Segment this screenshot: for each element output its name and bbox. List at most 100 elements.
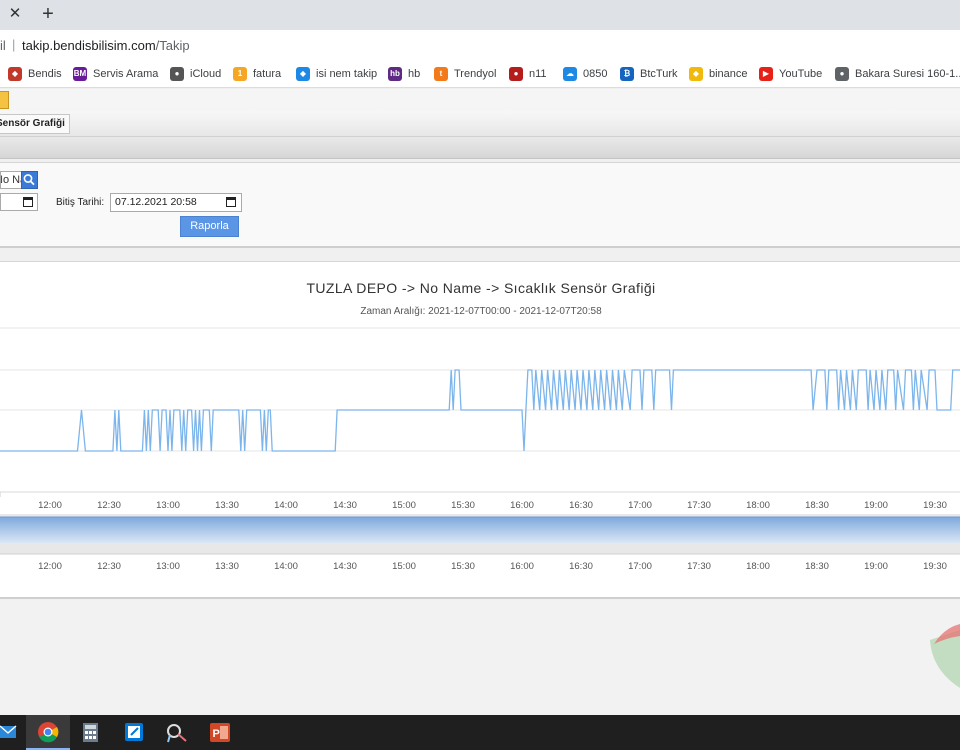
address-path: /Takip [155, 38, 190, 53]
x-tick-label: 13:00 [156, 500, 180, 511]
chrome-icon [38, 722, 59, 743]
bookmark-label: isi nem takip [316, 68, 378, 80]
close-tab-icon[interactable]: ✕ [6, 5, 24, 23]
bookmark-label: n11 [529, 68, 547, 80]
taskbar-notes[interactable] [113, 715, 157, 750]
x-tick-label: 19:30 [923, 500, 947, 511]
navigator-series-area [0, 517, 960, 543]
bookmark-n11[interactable]: ● n11 [509, 66, 547, 82]
globe-icon: ● [835, 67, 849, 81]
taskbar: P [0, 715, 960, 750]
end-date-label: Bitiş Tarihi: [56, 197, 105, 208]
navigator-tick-label: 14:00 [274, 561, 298, 572]
x-tick-label: 13:30 [215, 500, 239, 511]
bookmark-label: Bendis [28, 68, 62, 80]
navigator-tick-label: 17:30 [687, 561, 711, 572]
navigator-tick-label: 13:30 [215, 561, 239, 572]
snipping-tool-icon [167, 724, 187, 743]
x-tick-label: 19:00 [864, 500, 888, 511]
btcturk-icon: ₿ [620, 67, 634, 81]
end-date-value: 07.12.2021 20:58 [115, 196, 197, 208]
navigator-tick-label: 18:30 [805, 561, 829, 572]
note-edit-icon [125, 723, 143, 741]
bookmark-hb[interactable]: hb hb [388, 66, 420, 82]
navigator-tick-label: 19:30 [923, 561, 947, 572]
bookmark-label: hb [408, 68, 421, 80]
navigator-tick-label: 16:30 [569, 561, 593, 572]
bookmark-label: iCloud [190, 68, 222, 80]
search-icon [23, 174, 35, 186]
navigator-tick-label: 18:00 [746, 561, 770, 572]
bookmark-trendyol[interactable]: t Trendyol [434, 66, 496, 82]
search-button[interactable] [21, 171, 38, 189]
navigator-tick-label: 14:30 [333, 561, 357, 572]
navigator-tick-label: 16:00 [510, 561, 534, 572]
bookmark-servis-arama[interactable]: BM Servis Arama [73, 66, 158, 82]
end-date-input[interactable]: 07.12.2021 20:58 [110, 193, 242, 212]
bug-icon: ● [509, 67, 523, 81]
report-button[interactable]: Raporla [180, 216, 239, 237]
sensor-chart[interactable]: 12:00 12:30 13:00 13:30 14:00 14:30 15:00 15:30… [0, 261, 960, 599]
bookmark-label: fatura [253, 68, 282, 80]
svg-text:P: P [213, 728, 220, 740]
coin-icon: 1 [233, 67, 247, 81]
bookmark-isi-nem-takip[interactable]: ◆ isi nem takip [296, 66, 377, 82]
bookmark-bendis[interactable]: ◆ Bendis [8, 66, 62, 82]
address-url[interactable]: takip.bendisbilisim.com/Takip [22, 38, 190, 53]
powerpoint-icon: P [210, 723, 230, 742]
navigator-tick-label: 19:00 [864, 561, 888, 572]
address-separator: | [12, 37, 16, 52]
device-input[interactable]: No Name [0, 171, 22, 189]
calendar-icon[interactable] [23, 197, 33, 207]
bookmark-label: YouTube [779, 68, 823, 80]
bookmark-youtube[interactable]: ▶ YouTube [759, 66, 822, 82]
x-tick-label: 17:00 [628, 500, 652, 511]
address-prefix: il [0, 38, 6, 53]
bookmark-btcturk[interactable]: ₿ BtcTurk [620, 66, 678, 82]
bookmark-label: Trendyol [454, 68, 497, 80]
bookmark-bakara-suresi-160-1[interactable]: ● Bakara Suresi 160-1... [835, 66, 960, 82]
bookmark-binance[interactable]: ◆ binance [689, 66, 748, 82]
bm-icon: BM [73, 67, 87, 81]
x-tick-label: 16:00 [510, 500, 534, 511]
bookmark-label: BtcTurk [640, 68, 678, 80]
bookmark-fatura[interactable]: 1 fatura [233, 66, 281, 82]
apple-icon: ● [170, 67, 184, 81]
taskbar-snipping[interactable] [156, 715, 200, 750]
x-tick-label: 12:00 [38, 500, 62, 511]
bookmark-label: Servis Arama [93, 68, 159, 80]
navigator-tick-label: 15:00 [392, 561, 416, 572]
address-host: takip.bendisbilisim.com [22, 38, 156, 53]
bookmark-label: Bakara Suresi 160-1... [855, 68, 960, 80]
x-tick-label: 16:30 [569, 500, 593, 511]
x-tick-label: 17:30 [687, 500, 711, 511]
x-tick-label: 18:00 [746, 500, 770, 511]
x-tick-label: 18:30 [805, 500, 829, 511]
trendyol-icon: t [434, 67, 448, 81]
binance-icon: ◆ [689, 67, 703, 81]
cloud-icon: ☁ [563, 67, 577, 81]
taskbar-powerpoint[interactable]: P [199, 715, 243, 750]
navigator-tick-label: 12:00 [38, 561, 62, 572]
page-toolbar [0, 89, 960, 111]
x-tick-label: 14:00 [274, 500, 298, 511]
bookmark-label: 0850 [583, 68, 608, 80]
x-tick-label: 12:30 [97, 500, 121, 511]
address-bar[interactable]: il | takip.bendisbilisim.com/Takip [0, 30, 960, 60]
tab-sensor-graph[interactable]: Sensör Grafiği [0, 114, 70, 134]
x-tick-label: 14:30 [333, 500, 357, 511]
new-tab-button[interactable]: + [38, 4, 58, 24]
start-date-input[interactable] [0, 193, 38, 211]
taskbar-chrome[interactable] [26, 715, 70, 750]
x-tick-label: 15:00 [392, 500, 416, 511]
bookmark-0850[interactable]: ☁ 0850 [563, 66, 607, 82]
x-tick-label: 15:30 [451, 500, 475, 511]
bookmarks-bar: ◆ Bendis BM Servis Arama ● iCloud 1 fatura ◆ isi … [0, 60, 960, 88]
taskbar-calculator[interactable] [70, 715, 114, 750]
bookmark-icloud[interactable]: ● iCloud [170, 66, 221, 82]
menu-folder-icon[interactable] [0, 91, 9, 109]
navigator-tick-label: 13:00 [156, 561, 180, 572]
page-band [0, 137, 960, 159]
page-footer-area [0, 600, 960, 715]
calendar-icon[interactable] [226, 197, 236, 207]
